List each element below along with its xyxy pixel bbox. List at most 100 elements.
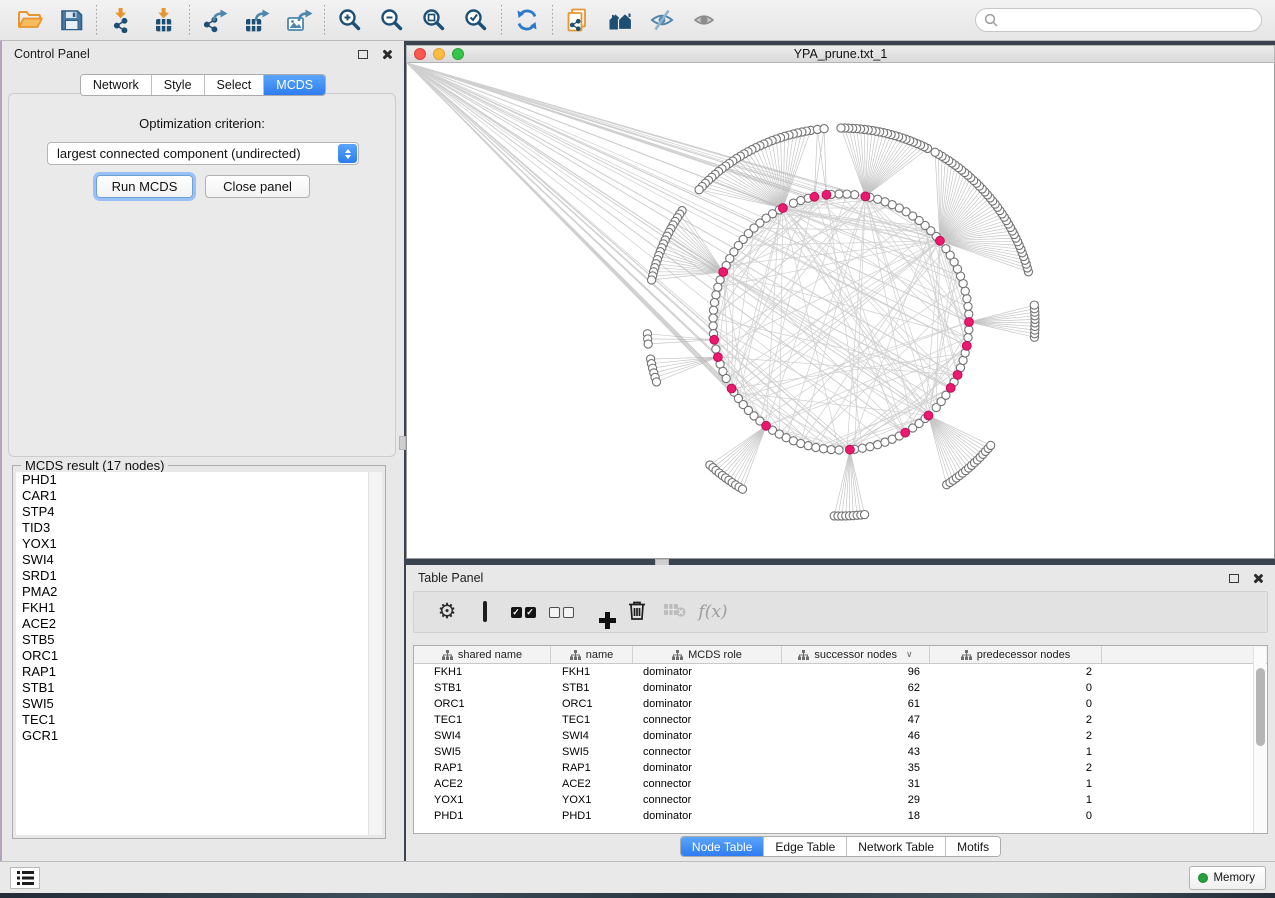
tab-motifs[interactable]: Motifs [946, 837, 1000, 856]
close-panel-icon[interactable] [1252, 573, 1263, 584]
hide-columns-button[interactable] [542, 594, 580, 630]
mcds-result-item[interactable]: STP4 [16, 504, 368, 520]
tab-select[interactable]: Select [205, 75, 265, 95]
column-header-predecessor-nodes[interactable]: predecessor nodes [930, 646, 1102, 663]
table-row[interactable]: ACE2ACE2connector311 [414, 776, 1267, 792]
table-row[interactable]: STB1STB1dominator620 [414, 680, 1267, 696]
add-column-button[interactable] [580, 594, 618, 630]
show-eye-button[interactable] [683, 3, 725, 37]
memory-label: Memory [1213, 872, 1255, 884]
zoom-selected-button[interactable] [455, 3, 497, 37]
open-folder-icon [16, 7, 43, 33]
control-panel-header: Control Panel [2, 41, 404, 67]
export-table-button[interactable] [236, 3, 278, 37]
hide-eye-button[interactable] [641, 3, 683, 37]
search-box[interactable] [975, 8, 1262, 32]
table-row[interactable]: RAP1RAP1dominator352 [414, 760, 1267, 776]
gear-button[interactable]: ⚙ [428, 594, 466, 630]
mcds-result-item[interactable]: YOX1 [16, 536, 368, 552]
cell-mcds-role: dominator [633, 808, 782, 824]
mcds-result-item[interactable]: SWI5 [16, 696, 368, 712]
criterion-select[interactable]: largest connected component (undirected) [47, 142, 359, 165]
cell-mcds-role: connector [633, 744, 782, 760]
mcds-result-item[interactable]: STB1 [16, 680, 368, 696]
show-panels-button[interactable] [10, 867, 40, 889]
mcds-result-item[interactable]: FKH1 [16, 600, 368, 616]
mcds-result-item[interactable]: ACE2 [16, 616, 368, 632]
tab-node-table[interactable]: Node Table [681, 837, 765, 856]
cell-successor-nodes: 31 [782, 776, 930, 792]
zoom-out-button[interactable] [371, 3, 413, 37]
delete-column-button[interactable] [618, 594, 656, 630]
mcds-result-scrollbar[interactable] [368, 472, 382, 835]
search-input[interactable] [998, 10, 1261, 30]
cell-mcds-role: connector [633, 792, 782, 808]
table-scrollbar-thumb[interactable] [1256, 668, 1265, 746]
table-row[interactable]: TEC1TEC1connector472 [414, 712, 1267, 728]
mcds-result-item[interactable]: CAR1 [16, 488, 368, 504]
mcds-result-list: PHD1CAR1STP4TID3YOX1SWI4SRD1PMA2FKH1ACE2… [16, 472, 368, 835]
toolbar-separator [501, 5, 502, 35]
mcds-result-item[interactable]: PMA2 [16, 584, 368, 600]
table-row[interactable]: ORC1ORC1dominator610 [414, 696, 1267, 712]
import-table-button[interactable] [143, 3, 185, 37]
duplicate-network-icon [565, 7, 592, 33]
mcds-result-item[interactable]: SRD1 [16, 568, 368, 584]
duplicate-network-button[interactable] [557, 3, 599, 37]
mcds-result-item[interactable]: GCR1 [16, 728, 368, 744]
column-header-successor-nodes[interactable]: successor nodes∨ [782, 646, 930, 663]
mcds-result-item[interactable]: TEC1 [16, 712, 368, 728]
column-header-shared-name[interactable]: shared name [414, 646, 551, 663]
vertical-splitter-handle[interactable] [399, 436, 406, 450]
save-button[interactable] [50, 3, 92, 37]
home-icon [607, 7, 634, 33]
tab-style[interactable]: Style [152, 75, 205, 95]
table-disabled-button [656, 594, 694, 630]
cell-name: ORC1 [551, 696, 633, 712]
cell-predecessor-nodes: 2 [930, 760, 1102, 776]
mcds-result-item[interactable]: STB5 [16, 632, 368, 648]
mcds-result-item[interactable]: PHD1 [16, 472, 368, 488]
column-header-name[interactable]: name [551, 646, 633, 663]
close-panel-icon[interactable] [381, 49, 392, 60]
column-header-MCDS-role[interactable]: MCDS role [633, 646, 782, 663]
export-network-button[interactable] [194, 3, 236, 37]
status-bar: Memory [0, 861, 1275, 893]
table-row[interactable]: SWI5SWI5connector431 [414, 744, 1267, 760]
import-network-button[interactable] [101, 3, 143, 37]
table-row[interactable]: PHD1PHD1dominator180 [414, 808, 1267, 824]
float-window-icon[interactable] [1229, 574, 1239, 583]
cell-name: STB1 [551, 680, 633, 696]
attribute-icon [442, 650, 453, 660]
close-panel-button[interactable]: Close panel [205, 175, 310, 198]
zoom-fit-button[interactable] [413, 3, 455, 37]
split-panel-button[interactable] [466, 594, 504, 630]
memory-button[interactable]: Memory [1189, 866, 1266, 890]
delete-column-icon [628, 600, 646, 625]
refresh-button[interactable] [506, 3, 548, 37]
optimization-criterion-label: Optimization criterion: [9, 116, 395, 131]
network-window-titlebar[interactable]: YPA_prune.txt_1 [406, 45, 1275, 63]
table-row[interactable]: SWI4SWI4dominator462 [414, 728, 1267, 744]
mcds-result-item[interactable]: TID3 [16, 520, 368, 536]
tab-edge-table[interactable]: Edge Table [764, 837, 847, 856]
table-scrollbar[interactable] [1253, 647, 1266, 833]
float-window-icon[interactable] [358, 50, 368, 59]
tab-mcds[interactable]: MCDS [264, 75, 325, 95]
show-columns-button[interactable]: ✓✓ [504, 594, 542, 630]
cell-name: YOX1 [551, 792, 633, 808]
tab-network[interactable]: Network [81, 75, 152, 95]
run-mcds-button[interactable]: Run MCDS [96, 175, 193, 198]
tab-network-table[interactable]: Network Table [847, 837, 946, 856]
mcds-result-item[interactable]: RAP1 [16, 664, 368, 680]
mcds-result-item[interactable]: ORC1 [16, 648, 368, 664]
open-folder-button[interactable] [8, 3, 50, 37]
mcds-result-item[interactable]: SWI4 [16, 552, 368, 568]
home-button[interactable] [599, 3, 641, 37]
table-row[interactable]: FKH1FKH1dominator962 [414, 664, 1267, 680]
table-row[interactable]: YOX1YOX1connector291 [414, 792, 1267, 808]
zoom-in-button[interactable] [329, 3, 371, 37]
export-image-button[interactable] [278, 3, 320, 37]
cell-shared-name: FKH1 [414, 664, 551, 680]
network-canvas[interactable] [406, 63, 1275, 559]
